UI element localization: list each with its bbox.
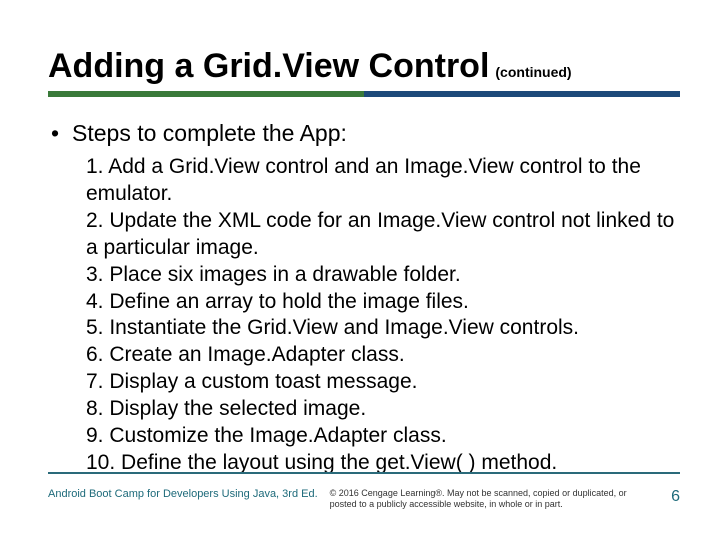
list-item: 9. Customize the Image.Adapter class. <box>86 423 680 450</box>
list-item: 3. Place six images in a drawable folder… <box>86 262 680 289</box>
list-item: 1. Add a Grid.View control and an Image.… <box>86 154 680 208</box>
title-underline <box>48 91 680 97</box>
slide: Adding a Grid.View Control (continued) •… <box>0 0 720 540</box>
slide-title: Adding a Grid.View Control <box>48 48 489 85</box>
footer: Android Boot Camp for Developers Using J… <box>48 488 680 510</box>
list-item: 7. Display a custom toast message. <box>86 369 680 396</box>
page-number: 6 <box>651 488 680 506</box>
footer-source: Android Boot Camp for Developers Using J… <box>48 488 330 500</box>
list-item: 5. Instantiate the Grid.View and Image.V… <box>86 315 680 342</box>
list-item: 6. Create an Image.Adapter class. <box>86 342 680 369</box>
slide-title-suffix: (continued) <box>495 64 571 80</box>
title-row: Adding a Grid.View Control (continued) <box>48 48 680 85</box>
footer-copyright: © 2016 Cengage Learning®. May not be sca… <box>330 488 651 510</box>
bullet-row: • Steps to complete the App: <box>48 119 680 148</box>
list-item: 2. Update the XML code for an Image.View… <box>86 208 680 262</box>
list-item: 8. Display the selected image. <box>86 396 680 423</box>
bullet-dot-icon: • <box>48 119 62 148</box>
slide-body: • Steps to complete the App: 1. Add a Gr… <box>48 119 680 476</box>
steps-list: 1. Add a Grid.View control and an Image.… <box>86 154 680 477</box>
list-item: 4. Define an array to hold the image fil… <box>86 289 680 316</box>
bullet-label: Steps to complete the App: <box>72 119 347 148</box>
footer-rule <box>48 472 680 474</box>
